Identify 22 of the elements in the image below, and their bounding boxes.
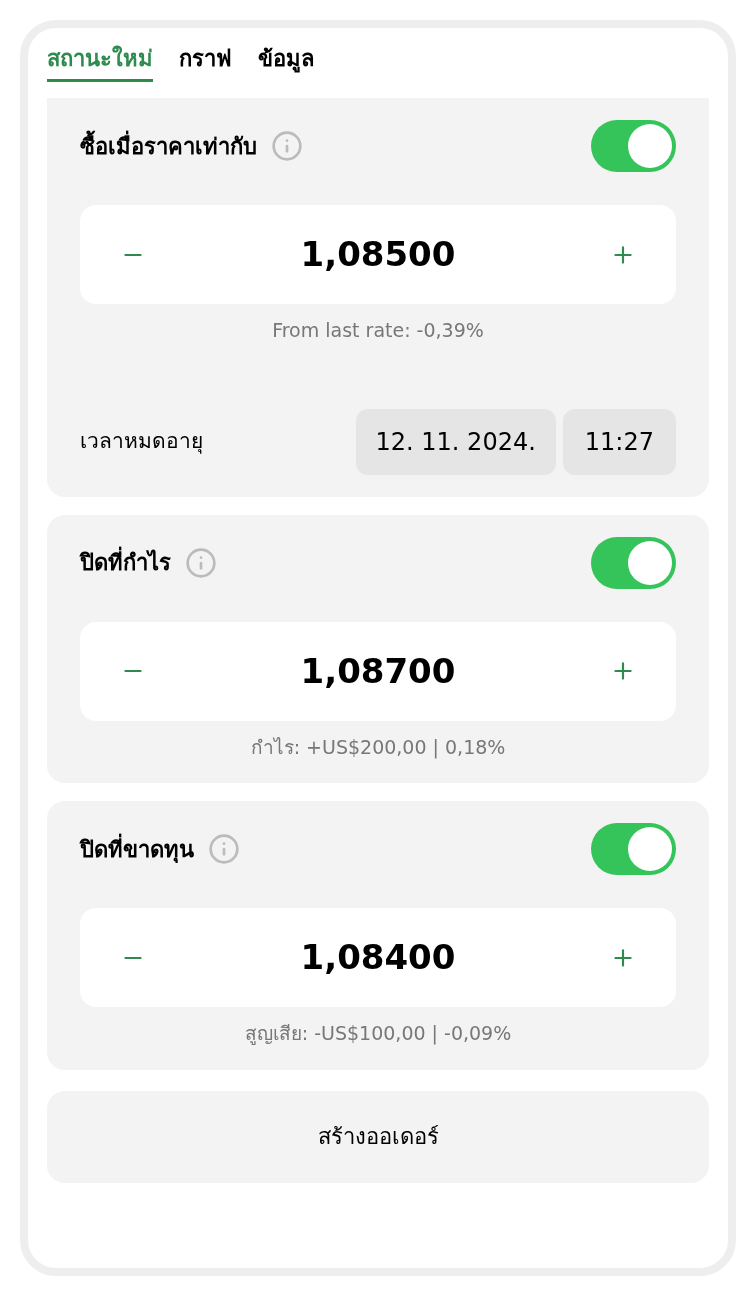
time-field[interactable]: 11:27 <box>562 408 676 475</box>
toggle-switch[interactable] <box>591 536 676 589</box>
tab[interactable]: กราฟ <box>179 42 232 82</box>
rate-note: กำไร: +US$200,00 | 0,18% <box>250 734 506 761</box>
price-value: 1,08400 <box>300 936 456 979</box>
value-stepper[interactable]: 1,08500 <box>80 205 676 304</box>
create-order-button[interactable]: สร้างออเดอร์ <box>47 1090 709 1183</box>
rate-note: From last rate: -0,39% <box>272 318 484 343</box>
tab[interactable]: ข้อมูล <box>258 42 314 82</box>
date-field[interactable]: 12. 11. 2024. <box>355 408 556 475</box>
price-value: 1,08500 <box>300 233 456 276</box>
expiry-label: เวลาหมดอายุ <box>80 427 203 456</box>
section-title: ปิดที่กำไร <box>80 546 171 579</box>
toggle-switch[interactable] <box>591 823 676 875</box>
price-value: 1,08700 <box>300 649 456 693</box>
rate-note: สูญเสีย: -US$100,00 | -0,09% <box>244 1021 512 1047</box>
toggle-switch[interactable] <box>591 120 676 172</box>
tab[interactable]: สถานะใหม่ <box>47 42 153 82</box>
section-title: ปิดที่ขาดทุน <box>80 832 194 866</box>
value-stepper[interactable]: 1,08400 <box>80 908 676 1007</box>
section-title: ซื้อเมื่อราคาเท่ากับ <box>80 129 257 163</box>
value-stepper[interactable]: 1,08700 <box>80 621 676 721</box>
